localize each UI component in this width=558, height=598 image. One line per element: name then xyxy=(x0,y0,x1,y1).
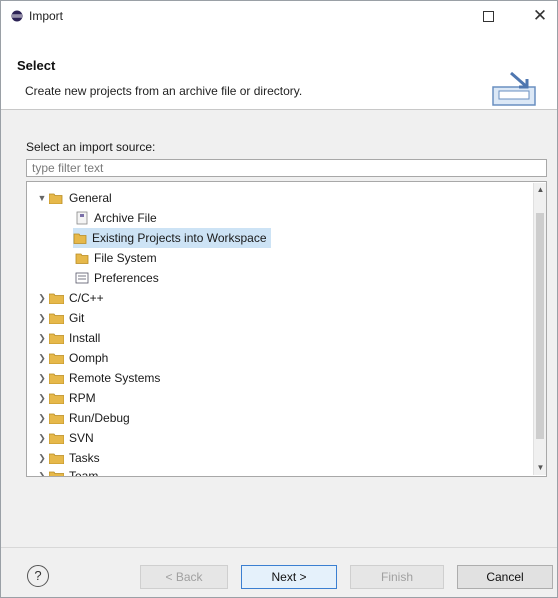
tree-item-install[interactable]: ❯ Install xyxy=(35,328,100,348)
folder-icon xyxy=(49,433,64,444)
page-description: Create new projects from an archive file… xyxy=(25,84,303,98)
next-button[interactable]: Next > xyxy=(241,565,337,589)
import-wizard-icon xyxy=(492,71,536,106)
import-source-label: Select an import source: xyxy=(26,140,156,154)
folder-icon xyxy=(49,313,64,324)
file-system-folder-icon xyxy=(75,253,89,264)
scrollbar-thumb[interactable] xyxy=(536,213,544,439)
tree-item-existing-projects[interactable]: Existing Projects into Workspace xyxy=(73,228,271,248)
wizard-banner: Select Create new projects from an archi… xyxy=(1,31,557,110)
folder-icon xyxy=(49,333,64,344)
tree-item-label: Existing Projects into Workspace xyxy=(92,231,267,245)
tree-item-preferences[interactable]: Preferences xyxy=(75,268,159,288)
page-title: Select xyxy=(17,58,56,73)
tree-item-label: Oomph xyxy=(69,351,109,365)
tree-item-run-debug[interactable]: ❯ Run/Debug xyxy=(35,408,130,428)
archive-file-icon xyxy=(76,211,88,225)
chevron-right-icon[interactable]: ❯ xyxy=(35,471,49,477)
finish-button[interactable]: Finish xyxy=(350,565,444,589)
tree-item-tasks[interactable]: ❯ Tasks xyxy=(35,448,100,468)
folder-icon xyxy=(49,453,64,464)
scroll-down-icon[interactable]: ▼ xyxy=(534,461,546,475)
tree-item-label: Install xyxy=(69,331,101,345)
project-folder-icon xyxy=(73,233,87,244)
import-source-tree[interactable]: ▼ General Archive File Existing Projects… xyxy=(26,181,547,477)
tree-item-git[interactable]: ❯ Git xyxy=(35,308,84,328)
tree-item-general[interactable]: ▼ General xyxy=(35,188,112,208)
tree-item-label: Tasks xyxy=(69,451,100,465)
tree-item-label: RPM xyxy=(69,391,96,405)
filter-input[interactable] xyxy=(26,159,547,177)
chevron-right-icon[interactable]: ❯ xyxy=(35,293,49,304)
scroll-up-icon[interactable]: ▲ xyxy=(534,183,546,197)
tree-item-svn[interactable]: ❯ SVN xyxy=(35,428,94,448)
close-button[interactable]: ✕ xyxy=(531,6,549,26)
import-dialog: Import ✕ Select Create new projects from… xyxy=(0,0,558,598)
title-bar: Import ✕ xyxy=(1,1,557,31)
folder-icon xyxy=(49,353,64,364)
tree-item-label: Remote Systems xyxy=(69,371,161,385)
chevron-right-icon[interactable]: ❯ xyxy=(35,453,49,464)
tree-item-label: Git xyxy=(69,311,85,325)
tree-item-archive-file[interactable]: Archive File xyxy=(75,208,157,228)
maximize-button[interactable] xyxy=(481,9,495,23)
tree-item-team[interactable]: ❯ Team xyxy=(35,466,99,477)
help-button[interactable]: ? xyxy=(27,565,49,587)
footer-divider xyxy=(1,547,557,548)
folder-icon xyxy=(49,293,64,304)
chevron-right-icon[interactable]: ❯ xyxy=(35,433,49,444)
chevron-right-icon[interactable]: ❯ xyxy=(35,373,49,384)
chevron-right-icon[interactable]: ❯ xyxy=(35,313,49,324)
folder-icon xyxy=(49,393,64,404)
maximize-icon xyxy=(482,10,494,22)
folder-icon xyxy=(49,373,64,384)
folder-icon xyxy=(49,471,64,476)
tree-item-label: C/C++ xyxy=(69,291,104,305)
tree-item-label: Archive File xyxy=(94,211,157,225)
tree-item-label: General xyxy=(69,191,112,205)
tree-item-file-system[interactable]: File System xyxy=(75,248,157,268)
chevron-right-icon[interactable]: ❯ xyxy=(35,413,49,424)
tree-item-rpm[interactable]: ❯ RPM xyxy=(35,388,96,408)
tree-item-remote-systems[interactable]: ❯ Remote Systems xyxy=(35,368,160,388)
eclipse-icon xyxy=(11,10,23,22)
tree-item-oomph[interactable]: ❯ Oomph xyxy=(35,348,108,368)
window-title: Import xyxy=(29,9,64,23)
tree-item-cpp[interactable]: ❯ C/C++ xyxy=(35,288,104,308)
tree-item-label: File System xyxy=(94,251,157,265)
tree-item-label: Preferences xyxy=(94,271,159,285)
tree-item-label: Run/Debug xyxy=(69,411,130,425)
tree-item-label: SVN xyxy=(69,431,94,445)
cancel-button[interactable]: Cancel xyxy=(457,565,553,589)
chevron-right-icon[interactable]: ❯ xyxy=(35,353,49,364)
tree-item-label: Team xyxy=(69,469,99,477)
folder-icon xyxy=(49,413,64,424)
vertical-scrollbar[interactable]: ▲ ▼ xyxy=(533,183,546,475)
chevron-down-icon[interactable]: ▼ xyxy=(35,193,49,203)
chevron-right-icon[interactable]: ❯ xyxy=(35,393,49,404)
back-button[interactable]: < Back xyxy=(140,565,228,589)
preferences-icon xyxy=(75,272,89,284)
open-folder-icon xyxy=(49,193,63,204)
chevron-right-icon[interactable]: ❯ xyxy=(35,333,49,344)
